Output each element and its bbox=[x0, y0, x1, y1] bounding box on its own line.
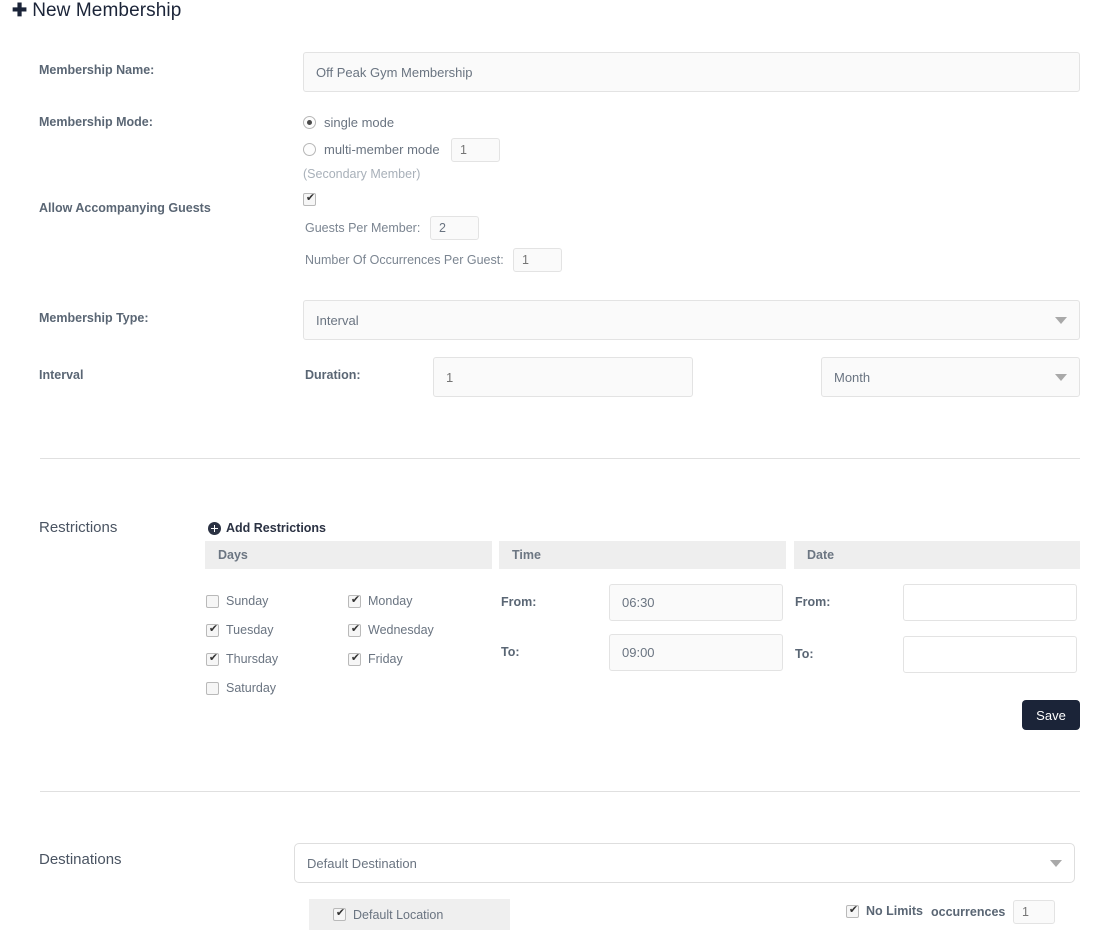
column-header-days-label: Days bbox=[218, 548, 248, 562]
column-header-date: Date bbox=[794, 541, 1080, 569]
interval-unit-select[interactable]: Month bbox=[821, 357, 1080, 397]
interval-unit-value: Month bbox=[834, 369, 871, 385]
duration-input[interactable] bbox=[433, 357, 693, 397]
add-restrictions-label: Add Restrictions bbox=[226, 521, 327, 535]
section-divider-bottom bbox=[40, 791, 1080, 792]
radio-single-mode-control[interactable] bbox=[303, 116, 316, 129]
time-to-input[interactable] bbox=[609, 634, 783, 671]
day-checkbox-wednesday-control[interactable] bbox=[348, 622, 362, 637]
radio-single-mode[interactable]: single mode bbox=[303, 115, 394, 130]
allow-guests-checkbox-row[interactable] bbox=[303, 191, 323, 206]
time-to-label: To: bbox=[501, 645, 520, 659]
destinations-section-title: Destinations bbox=[39, 851, 122, 868]
default-location-chip[interactable]: Default Location bbox=[309, 899, 510, 930]
default-location-label: Default Location bbox=[353, 907, 444, 922]
day-checkbox-sunday[interactable]: Sunday bbox=[206, 594, 268, 608]
plus-icon: ✚ bbox=[12, 0, 28, 20]
guests-per-member-input[interactable] bbox=[430, 216, 479, 240]
column-header-time: Time bbox=[499, 541, 786, 569]
day-label-monday: Monday bbox=[368, 594, 413, 608]
no-limits-checkbox[interactable] bbox=[846, 903, 860, 918]
chevron-down-icon bbox=[1050, 859, 1062, 867]
section-divider-top bbox=[40, 458, 1080, 459]
day-label-sunday: Sunday bbox=[226, 594, 269, 608]
add-restrictions-button[interactable]: Add Restrictions bbox=[208, 521, 326, 535]
secondary-member-count-input[interactable] bbox=[451, 138, 500, 162]
no-limits-checkbox-row[interactable]: No Limits bbox=[846, 903, 923, 918]
day-label-friday: Friday bbox=[368, 652, 403, 666]
time-from-label: From: bbox=[501, 595, 537, 609]
day-label-tuesday: Tuesday bbox=[226, 623, 274, 637]
date-from-label: From: bbox=[795, 595, 831, 609]
allow-guests-checkbox[interactable] bbox=[303, 191, 317, 206]
column-header-date-label: Date bbox=[807, 548, 835, 562]
save-button[interactable]: Save bbox=[1022, 700, 1080, 730]
restrictions-section-title: Restrictions bbox=[39, 519, 118, 536]
membership-type-value: Interval bbox=[316, 312, 359, 328]
column-header-days: Days bbox=[205, 541, 492, 569]
page-title-text: New Membership bbox=[32, 0, 182, 21]
day-checkbox-saturday[interactable]: Saturday bbox=[206, 681, 276, 695]
chevron-down-icon bbox=[1055, 316, 1067, 324]
time-from-input[interactable] bbox=[609, 584, 783, 621]
occurrences-per-guest-label: Number Of Occurrences Per Guest: bbox=[305, 253, 504, 267]
day-checkbox-sunday-control[interactable] bbox=[206, 594, 219, 608]
day-checkbox-tuesday-control[interactable] bbox=[206, 622, 220, 637]
day-label-thursday: Thursday bbox=[226, 652, 279, 666]
membership-name-label: Membership Name: bbox=[39, 63, 155, 77]
interval-label: Interval bbox=[39, 368, 84, 382]
day-label-wednesday: Wednesday bbox=[368, 623, 434, 637]
date-from-input[interactable] bbox=[903, 584, 1077, 621]
day-checkbox-monday-control[interactable] bbox=[348, 593, 362, 608]
day-checkbox-tuesday[interactable]: Tuesday bbox=[206, 622, 274, 637]
day-checkbox-thursday[interactable]: Thursday bbox=[206, 651, 279, 666]
membership-type-label: Membership Type: bbox=[39, 311, 149, 325]
no-limits-label: No Limits bbox=[866, 904, 923, 918]
date-to-input[interactable] bbox=[903, 636, 1077, 673]
radio-multi-member-mode-control[interactable] bbox=[303, 143, 316, 156]
day-checkbox-wednesday[interactable]: Wednesday bbox=[348, 622, 434, 637]
duration-label: Duration: bbox=[305, 368, 361, 382]
radio-single-mode-label: single mode bbox=[324, 115, 395, 130]
date-to-label: To: bbox=[795, 647, 814, 661]
day-checkbox-thursday-control[interactable] bbox=[206, 651, 220, 666]
guests-per-member-label: Guests Per Member: bbox=[305, 221, 421, 235]
radio-multi-member-mode[interactable]: multi-member mode bbox=[303, 142, 440, 157]
circle-plus-icon bbox=[208, 521, 221, 535]
destination-occurrences-label: occurrences bbox=[931, 905, 1006, 919]
day-checkbox-friday-control[interactable] bbox=[348, 651, 362, 666]
occurrences-per-guest-input[interactable] bbox=[513, 248, 562, 272]
day-checkbox-saturday-control[interactable] bbox=[206, 681, 219, 695]
membership-mode-label: Membership Mode: bbox=[39, 115, 153, 129]
membership-name-input[interactable] bbox=[303, 52, 1080, 92]
radio-multi-member-mode-label: multi-member mode bbox=[324, 142, 440, 157]
membership-type-select[interactable]: Interval bbox=[303, 300, 1080, 340]
day-checkbox-friday[interactable]: Friday bbox=[348, 651, 403, 666]
page-title: ✚ New Membership bbox=[12, 0, 181, 22]
secondary-member-note: (Secondary Member) bbox=[303, 167, 421, 181]
default-location-checkbox[interactable] bbox=[333, 906, 347, 921]
day-label-saturday: Saturday bbox=[226, 681, 277, 695]
chevron-down-icon bbox=[1055, 373, 1067, 381]
destination-value: Default Destination bbox=[307, 855, 417, 871]
allow-guests-label: Allow Accompanying Guests bbox=[39, 201, 211, 215]
day-checkbox-monday[interactable]: Monday bbox=[348, 593, 413, 608]
destination-select[interactable]: Default Destination bbox=[294, 843, 1075, 883]
column-header-time-label: Time bbox=[512, 548, 541, 562]
destination-occurrences-input[interactable] bbox=[1013, 900, 1055, 924]
